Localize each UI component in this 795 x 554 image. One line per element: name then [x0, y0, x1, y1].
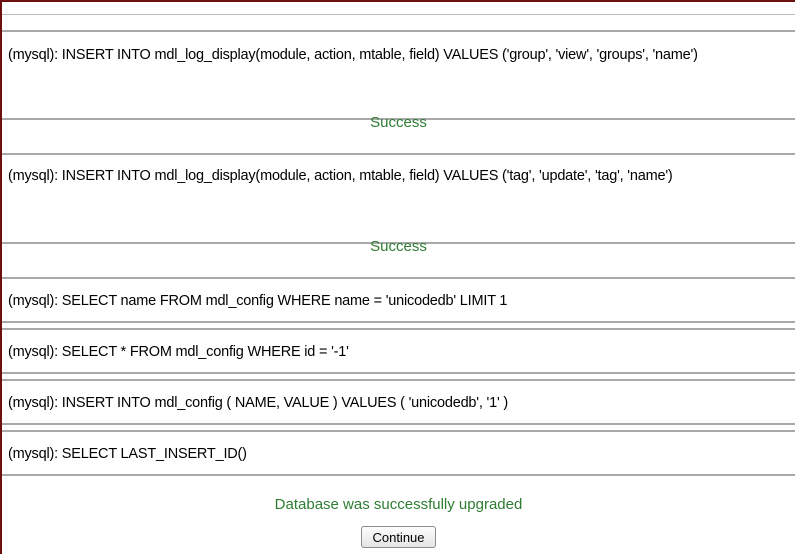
query-box-3: (mysql): SELECT name FROM mdl_config WHE…	[2, 277, 795, 323]
top-divider	[2, 2, 795, 15]
query-box-6: (mysql): SELECT LAST_INSERT_ID()	[2, 430, 795, 476]
query-box-5: (mysql): INSERT INTO mdl_config ( NAME, …	[2, 379, 795, 425]
upgrade-log-page: (mysql): INSERT INTO mdl_log_display(mod…	[0, 0, 795, 554]
query-text: (mysql): SELECT LAST_INSERT_ID()	[8, 446, 247, 462]
query-text: (mysql): SELECT name FROM mdl_config WHE…	[8, 293, 508, 309]
query-text: (mysql): INSERT INTO mdl_log_display(mod…	[8, 168, 673, 184]
success-message-1: Success	[370, 114, 427, 131]
query-box-2: (mysql): INSERT INTO mdl_log_display(mod…	[2, 153, 795, 244]
query-text: (mysql): INSERT INTO mdl_log_display(mod…	[8, 47, 698, 63]
upgrade-complete-message: Database was successfully upgraded	[274, 496, 523, 513]
continue-container: Continue	[2, 526, 795, 548]
continue-button[interactable]: Continue	[361, 526, 436, 548]
query-box-4: (mysql): SELECT * FROM mdl_config WHERE …	[2, 328, 795, 374]
query-text: (mysql): SELECT * FROM mdl_config WHERE …	[8, 344, 349, 360]
query-box-1: (mysql): INSERT INTO mdl_log_display(mod…	[2, 30, 795, 120]
query-text: (mysql): INSERT INTO mdl_config ( NAME, …	[8, 395, 508, 411]
success-message-2: Success	[370, 238, 427, 255]
